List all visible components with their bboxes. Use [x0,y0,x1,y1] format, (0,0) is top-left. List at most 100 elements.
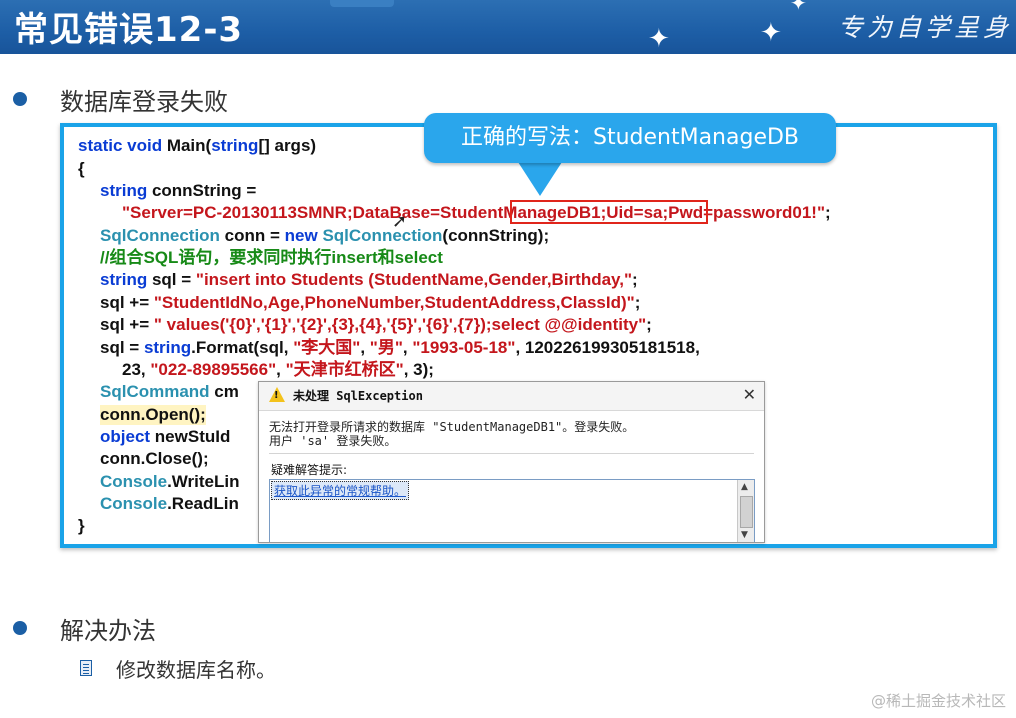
warning-mark: ! [274,390,279,401]
code-token: string [100,270,152,289]
star-icon: ✦ [760,18,782,48]
code-token: conn [224,226,266,245]
code-token: "1993-05-18" [412,338,516,357]
code-token: "男" [369,338,403,357]
code-line: Console.ReadLin [100,494,239,514]
code-token: , 3); [403,360,434,379]
code-token: } [78,516,85,535]
slide-header: 常见错误12-3 ✦ ✦ ✦ 专为自学呈身 [0,0,1016,54]
code-line: SqlCommand cm [100,382,239,402]
code-line: string connString = [100,181,256,201]
code-token: newStuId [154,427,231,446]
code-token: connString = [151,181,257,200]
code-token: "insert into Students (StudentName,Gende… [195,270,633,289]
code-line: sql += " values('{0}','{1}','{2}',{3},{4… [100,315,652,335]
code-token: "李大国" [293,338,361,357]
code-token: , [276,360,286,379]
code-line: conn.Close(); [100,449,209,469]
brand-slogan: 专为自学呈身 [837,13,1012,42]
code-token: //组合SQL语句，要求同时执行insert和select [100,248,443,267]
code-token: "StudentIdNo,Age,PhoneNumber,StudentAddr… [153,293,635,312]
code-token: Main( [166,136,212,155]
help-link[interactable]: 获取此异常的常规帮助。 [271,481,410,500]
watermark: @稀土掘金技术社区 [870,692,1006,710]
callout-pointer [518,162,562,196]
code-token: = [265,226,285,245]
code-token: { [78,159,85,178]
mouse-cursor-icon: ➚ [392,211,408,232]
code-token: object [100,427,155,446]
code-token: "天津市红桥区" [285,360,404,379]
code-token: 23, [122,360,151,379]
scrollbar[interactable]: ▲ ▼ [737,480,754,542]
code-token: "022-89895566" [150,360,277,379]
database-name-highlight [510,200,708,224]
code-line: { [78,159,85,179]
code-line: SqlConnection conn = new SqlConnection(c… [100,226,549,246]
divider [269,453,754,454]
code-token: sql += [100,315,154,334]
code-token: Console [100,494,168,513]
top-tab [330,0,394,7]
code-token: .WriteLin [167,472,240,491]
code-token: , 120226199305181518, [515,338,700,357]
code-line: } [78,516,85,536]
code-token: ; [646,315,652,334]
code-token: sql = [100,338,144,357]
code-line: object newStuId [100,427,230,447]
code-token: new [284,226,323,245]
code-token: ; [632,270,638,289]
code-line-conn-string: "Server=PC-20130113SMNR;DataBase=Student… [122,203,831,223]
troubleshooting-label: 疑难解答提示: [271,463,348,477]
troubleshooting-list: 获取此异常的常规帮助。 ▲ ▼ [269,479,755,542]
code-token: conn.Close(); [100,449,209,468]
scroll-down-icon[interactable]: ▼ [741,530,748,540]
code-token: sql = [151,270,196,289]
code-token: ; [825,203,831,222]
code-line: sql += "StudentIdNo,Age,PhoneNumber,Stud… [100,293,640,313]
code-line: static void Main(string[] args) [78,136,316,156]
dialog-titlebar[interactable]: ! 未处理 SqlException ✕ [259,382,764,411]
code-token: (connString); [442,226,550,245]
exception-dialog: ! 未处理 SqlException ✕ 无法打开登录所请求的数据库 "Stud… [258,381,765,543]
code-token: " values('{0}','{1}','{2}',{3},{4},'{5}'… [153,315,647,334]
code-token: [] args) [258,136,317,155]
code-token: .Format(sql, [191,338,294,357]
code-token: Console [100,472,168,491]
bullet-dot [13,621,27,635]
star-icon: ✦ [790,0,807,15]
scroll-thumb[interactable] [740,496,753,528]
bullet-login-failure: 数据库登录失败 [60,88,228,116]
code-token: SqlConnection [322,226,443,245]
bullet-dot [13,92,27,106]
solution-step: 修改数据库名称。 [116,658,276,682]
scroll-up-icon[interactable]: ▲ [741,482,748,492]
code-token: sql += [100,293,154,312]
code-token: ; [634,293,641,312]
bullet-solution: 解决办法 [60,617,156,645]
code-token: SqlCommand [100,382,215,401]
code-token: , [402,338,413,357]
code-token: conn.Open(); [100,405,206,424]
dialog-message-user: 用户 'sa' 登录失败。 [269,434,397,448]
code-line: 23, "022-89895566", "天津市红桥区", 3); [122,360,434,380]
code-token: .ReadLin [167,494,239,513]
star-icon: ✦ [648,24,670,54]
code-token: , [360,338,370,357]
close-icon[interactable]: ✕ [743,385,756,404]
correct-spelling-callout: 正确的写法：StudentManageDB [424,113,836,163]
code-token: cm [214,382,239,401]
document-icon [80,660,92,676]
dialog-title: 未处理 SqlException [293,389,423,403]
code-token: string [211,136,259,155]
code-token: static void [78,136,167,155]
code-comment: //组合SQL语句，要求同时执行insert和select [100,248,443,268]
code-line-open: conn.Open(); [100,405,206,425]
code-token: string [100,181,152,200]
code-token: "Server=PC-20130113SMNR;DataBase=Student… [122,203,826,222]
code-token: SqlConnection [100,226,225,245]
slide-title: 常见错误12-3 [14,10,244,50]
code-line: string sql = "insert into Students (Stud… [100,270,638,290]
code-line: sql = string.Format(sql, "李大国", "男", "19… [100,338,700,358]
code-line: Console.WriteLin [100,472,239,492]
